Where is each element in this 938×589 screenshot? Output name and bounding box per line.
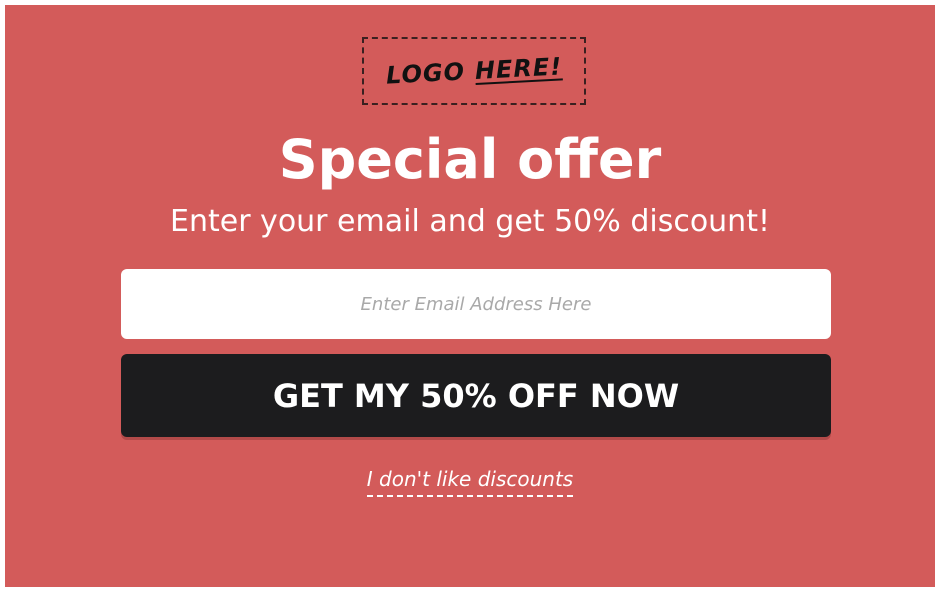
logo-placeholder: LOGO HERE! <box>362 37 586 105</box>
decline-link-container: I don't like discounts <box>5 465 935 497</box>
logo-word-here: HERE! <box>474 52 563 85</box>
logo: LOGO HERE! <box>385 52 562 89</box>
offer-title: Special offer <box>278 128 662 191</box>
get-discount-button[interactable]: GET MY 50% OFF NOW <box>121 354 831 437</box>
decline-discount-link[interactable]: I don't like discounts <box>366 465 574 497</box>
logo-word-logo: LOGO <box>385 57 466 90</box>
offer-popup: LOGO HERE! Special offer Enter your emai… <box>5 5 935 587</box>
offer-subtitle: Enter your email and get 50% discount! <box>170 204 770 239</box>
email-input[interactable] <box>121 269 831 339</box>
